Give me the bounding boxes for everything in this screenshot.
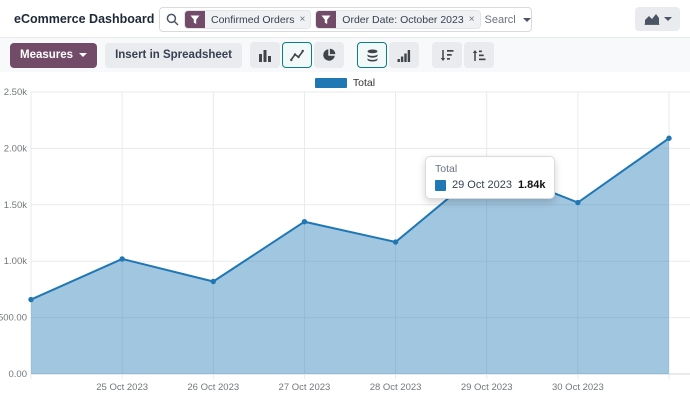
sort-descending-button[interactable] — [432, 42, 462, 68]
tooltip-title: Total — [435, 163, 545, 175]
tooltip-color-swatch — [435, 180, 446, 191]
svg-text:29 Oct 2023: 29 Oct 2023 — [461, 382, 513, 393]
svg-text:26 Oct 2023: 26 Oct 2023 — [187, 382, 239, 393]
area-chart[interactable]: 2.50k 2.00k 1.50k 1.00k 500.00 0.00 25 Oct 202… — [0, 84, 690, 406]
stacked-toggle-button[interactable] — [357, 42, 387, 68]
search-icon — [166, 13, 179, 26]
svg-text:2.00k: 2.00k — [4, 143, 27, 154]
chevron-down-icon — [664, 17, 672, 21]
chevron-down-icon — [79, 53, 87, 57]
svg-text:25 Oct 2023: 25 Oct 2023 — [96, 382, 148, 393]
svg-text:500.00: 500.00 — [0, 313, 27, 324]
search-dropdown-toggle[interactable] — [515, 18, 539, 22]
tooltip-date: 29 Oct 2023 — [452, 179, 512, 191]
search-facet-order-date[interactable]: Order Date: October 2023 × — [315, 10, 480, 29]
svg-text:0.00: 0.00 — [9, 369, 28, 380]
svg-text:28 Oct 2023: 28 Oct 2023 — [370, 382, 422, 393]
sort-ascending-button[interactable] — [464, 42, 494, 68]
filter-funnel-icon — [316, 10, 336, 29]
control-panel-top-bar: eCommerce Dashboard ⚙ Confirmed Orders ×… — [0, 0, 690, 38]
cumulative-button[interactable] — [389, 42, 419, 68]
tooltip-row: 29 Oct 2023 1.84k — [435, 179, 545, 191]
svg-text:27 Oct 2023: 27 Oct 2023 — [279, 382, 331, 393]
view-switcher-button[interactable] — [635, 7, 680, 31]
svg-text:1.00k: 1.00k — [4, 256, 27, 267]
search-bar[interactable]: Confirmed Orders × Order Date: October 2… — [159, 7, 532, 32]
pie-chart-icon — [322, 48, 336, 62]
tooltip-value: 1.84k — [518, 179, 546, 191]
line-chart-button[interactable] — [282, 42, 312, 68]
measures-button[interactable]: Measures — [10, 43, 97, 68]
filter-funnel-icon — [185, 10, 205, 29]
bar-chart-button[interactable] — [250, 42, 280, 68]
chart-type-group — [250, 42, 344, 68]
svg-text:30 Oct 2023: 30 Oct 2023 — [552, 382, 604, 393]
insert-in-spreadsheet-button[interactable]: Insert in Spreadsheet — [105, 43, 242, 68]
chevron-down-icon — [523, 18, 531, 22]
measures-label: Measures — [20, 49, 73, 61]
facet-label: Order Date: October 2023 — [336, 14, 467, 26]
sort-ascending-icon — [472, 49, 486, 62]
insert-in-spreadsheet-label: Insert in Spreadsheet — [115, 49, 232, 61]
sort-group — [432, 42, 494, 68]
facet-remove-icon[interactable]: × — [298, 14, 310, 25]
area-chart-icon — [644, 13, 660, 25]
odoo-graph-view: eCommerce Dashboard ⚙ Confirmed Orders ×… — [0, 0, 690, 406]
pie-chart-button[interactable] — [314, 42, 344, 68]
graph-toolbar: Measures Insert in Spreadsheet — [0, 38, 690, 72]
search-input[interactable] — [485, 14, 515, 26]
ascending-bars-icon — [397, 49, 411, 62]
chart-tooltip: Total 29 Oct 2023 1.84k — [425, 156, 555, 199]
page-title: eCommerce Dashboard — [14, 12, 154, 26]
stacked-icon — [366, 49, 379, 62]
bar-chart-icon — [258, 49, 272, 62]
chart-area: Total 2.50k 2.00k 1.50k 1.00k 500.00 0.00 25 O… — [0, 72, 690, 406]
facet-remove-icon[interactable]: × — [468, 14, 480, 25]
facet-label: Confirmed Orders — [205, 14, 298, 26]
line-chart-icon — [290, 49, 304, 62]
chart-option-group — [357, 42, 419, 68]
search-facet-confirmed-orders[interactable]: Confirmed Orders × — [184, 10, 311, 29]
svg-text:1.50k: 1.50k — [4, 200, 27, 211]
svg-text:2.50k: 2.50k — [4, 87, 27, 98]
sort-descending-icon — [440, 49, 454, 62]
